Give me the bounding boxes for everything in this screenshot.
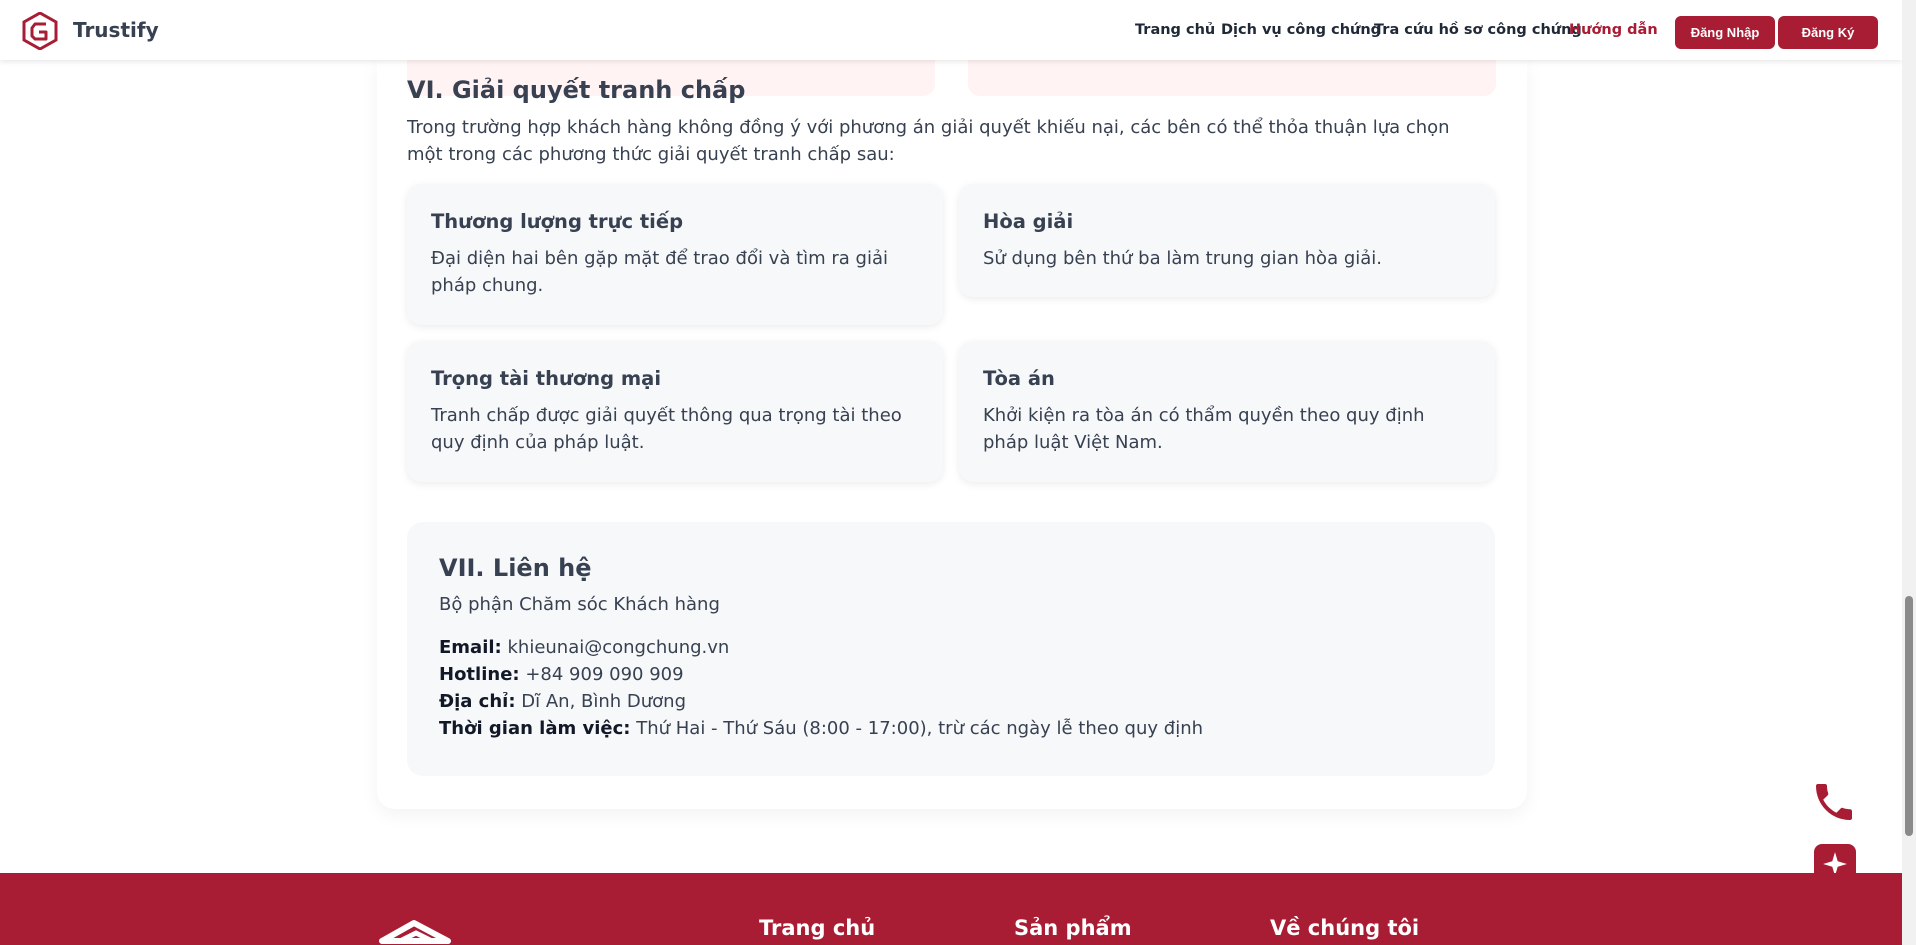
register-button[interactable]: Đăng Ký <box>1778 16 1878 49</box>
card-title: Hòa giải <box>983 210 1074 233</box>
card-title: Tòa án <box>983 367 1055 390</box>
contact-hours: Thời gian làm việc: Thứ Hai - Thứ Sáu (8… <box>439 715 1463 742</box>
footer-heading-home: Trang chủ <box>759 916 876 940</box>
footer: Trang chủ Sản phẩm Về chúng tôi <box>0 873 1902 945</box>
footer-heading-about: Về chúng tôi <box>1270 916 1420 940</box>
top-navbar: Trustify Trang chủ Dịch vụ công chứng Tr… <box>0 0 1902 60</box>
dispute-card-negotiation: Thương lượng trực tiếp Đại diện hai bên … <box>407 184 943 325</box>
scrollbar-thumb[interactable] <box>1905 596 1913 836</box>
card-body: Khởi kiện ra tòa án có thẩm quyền theo q… <box>983 405 1425 453</box>
dispute-card-court: Tòa án Khởi kiện ra tòa án có thẩm quyền… <box>959 341 1495 482</box>
nav-lookup-records[interactable]: Tra cứu hồ sơ công chứng <box>1374 22 1582 38</box>
hours-label: Thời gian làm việc: <box>439 718 631 739</box>
email-value[interactable]: khieunai@congchung.vn <box>507 637 729 658</box>
footer-heading-products: Sản phẩm <box>1014 916 1132 940</box>
contact-email: Email: khieunai@congchung.vn <box>439 634 1463 661</box>
card-title: Thương lượng trực tiếp <box>431 210 684 233</box>
hours-value: Thứ Hai - Thứ Sáu (8:00 - 17:00), trừ cá… <box>636 718 1204 739</box>
previous-card-right <box>968 60 1496 96</box>
footer-logo-icon <box>379 920 451 944</box>
brand-name[interactable]: Trustify <box>73 18 159 42</box>
address-value: Dĩ An, Bình Dương <box>521 691 687 712</box>
phone-icon[interactable] <box>1810 778 1858 826</box>
contact-hotline: Hotline: +84 909 090 909 <box>439 661 1463 688</box>
card-body: Tranh chấp được giải quyết thông qua trọ… <box>431 405 902 453</box>
nav-guide[interactable]: Hướng dẫn <box>1569 22 1658 38</box>
section-dispute-intro: Trong trường hợp khách hàng không đồng ý… <box>407 117 1450 165</box>
page-scrollbar[interactable] <box>1902 0 1916 945</box>
contact-section: VII. Liên hệ Bộ phận Chăm sóc Khách hàng… <box>407 522 1495 776</box>
hotline-label: Hotline: <box>439 664 520 685</box>
card-body: Sử dụng bên thứ ba làm trung gian hòa gi… <box>983 248 1382 269</box>
card-title: Trọng tài thương mại <box>431 367 662 390</box>
section-dispute-title: VI. Giải quyết tranh chấp <box>407 76 746 104</box>
email-label: Email: <box>439 637 502 658</box>
nav-home[interactable]: Trang chủ <box>1135 22 1215 38</box>
address-label: Địa chỉ: <box>439 691 516 712</box>
dispute-card-arbitration: Trọng tài thương mại Tranh chấp được giả… <box>407 341 943 482</box>
nav-notary-services[interactable]: Dịch vụ công chứng <box>1221 22 1381 38</box>
login-button[interactable]: Đăng Nhập <box>1675 16 1775 49</box>
dispute-card-mediation: Hòa giải Sử dụng bên thứ ba làm trung gi… <box>959 184 1495 297</box>
contact-department: Bộ phận Chăm sóc Khách hàng <box>439 594 720 615</box>
card-body: Đại diện hai bên gặp mặt để trao đổi và … <box>431 248 889 296</box>
contact-title: VII. Liên hệ <box>439 554 592 582</box>
trustify-logo-icon[interactable] <box>22 12 58 50</box>
hotline-value[interactable]: +84 909 090 909 <box>525 664 683 685</box>
contact-address: Địa chỉ: Dĩ An, Bình Dương <box>439 688 1463 715</box>
